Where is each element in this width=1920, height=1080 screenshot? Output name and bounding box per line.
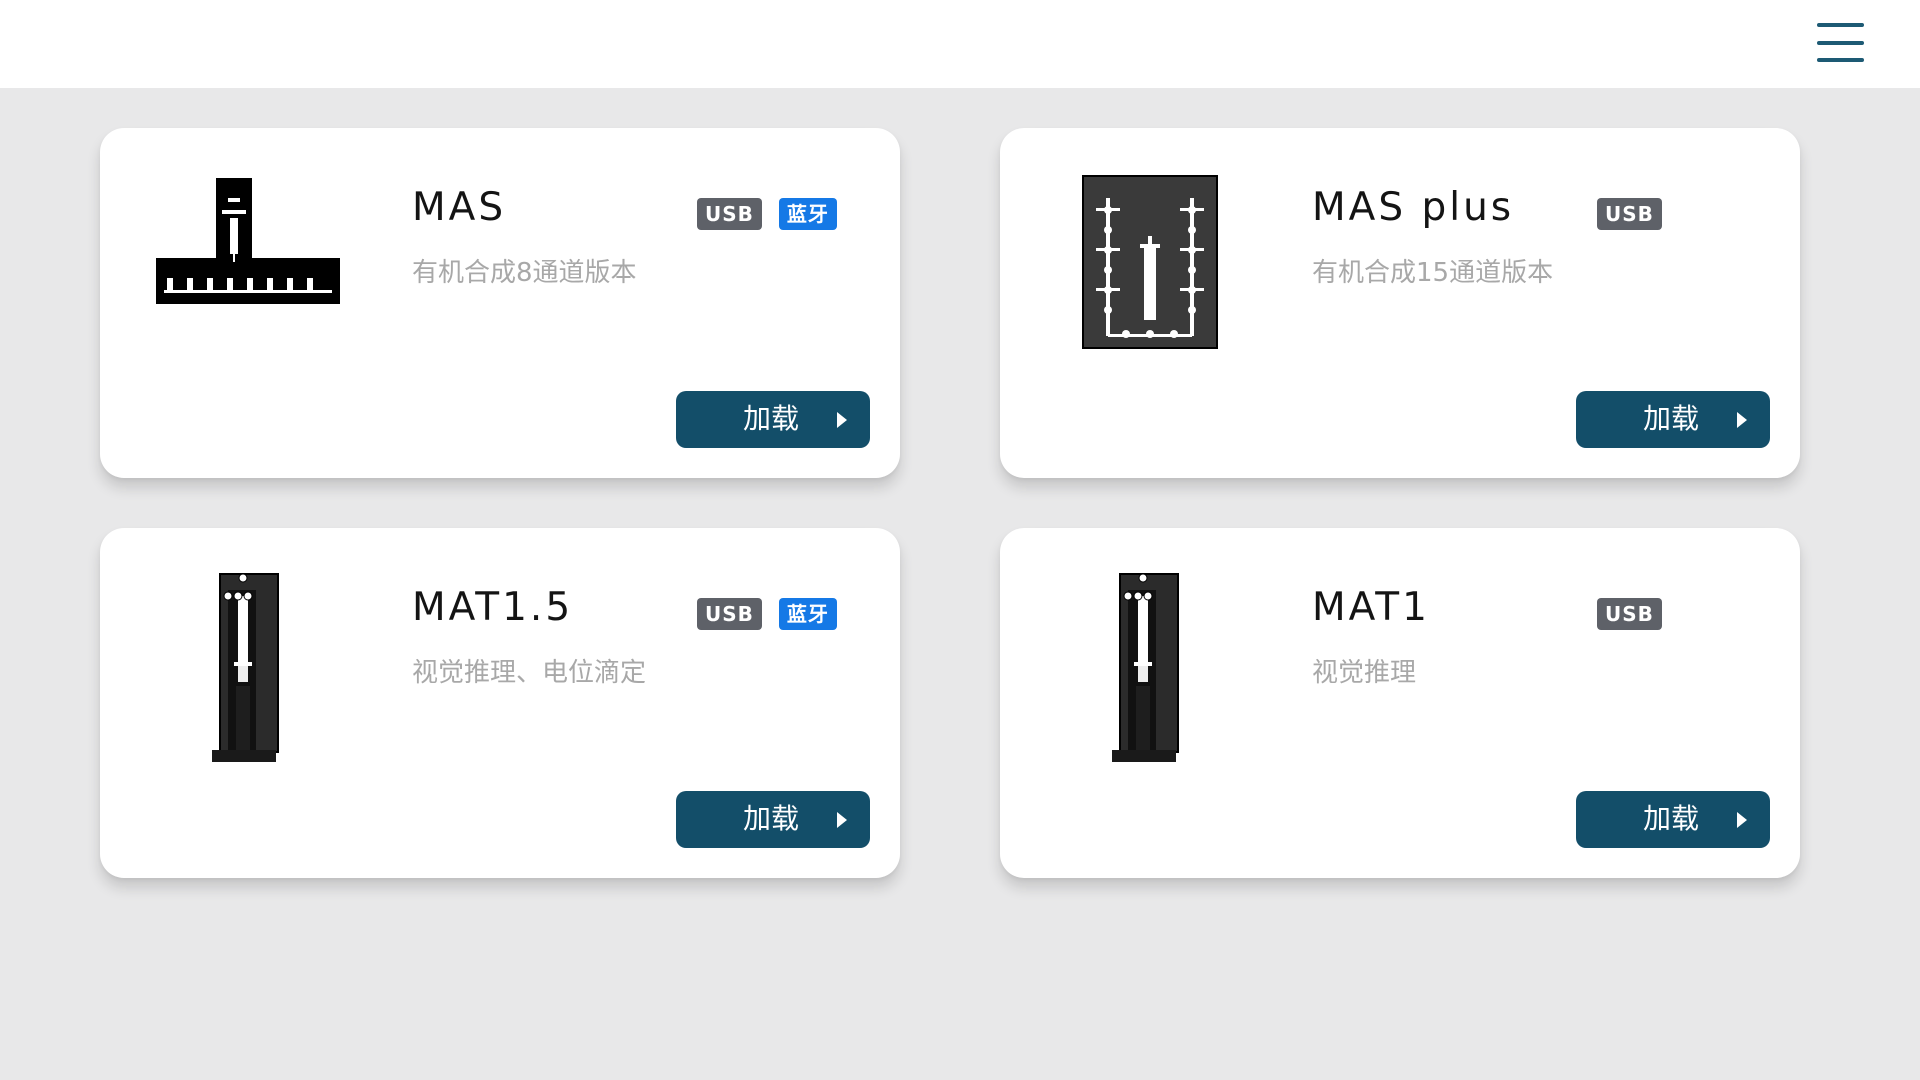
load-button[interactable]: 加载 xyxy=(676,791,870,848)
hamburger-menu-icon[interactable] xyxy=(1808,20,1864,68)
device-name: MAS xyxy=(412,185,507,230)
mat15-device-icon xyxy=(150,568,340,768)
connection-badges: USB 蓝牙 xyxy=(697,598,837,630)
load-button[interactable]: 加载 xyxy=(1576,791,1770,848)
device-description: 有机合成8通道版本 xyxy=(412,258,637,288)
device-description: 视觉推理、电位滴定 xyxy=(412,658,647,688)
menu-line-icon xyxy=(1817,58,1864,62)
device-description: 视觉推理 xyxy=(1312,658,1417,688)
usb-badge: USB xyxy=(1597,598,1662,630)
device-name: MAT1 xyxy=(1312,585,1430,630)
load-button-label: 加载 xyxy=(743,802,800,835)
mas-plus-device-icon xyxy=(1050,168,1240,368)
usb-badge: USB xyxy=(1597,198,1662,230)
mas-device-icon xyxy=(150,168,340,368)
connection-badges: USB 蓝牙 xyxy=(697,198,837,230)
connection-badges: USB xyxy=(1597,598,1662,630)
device-name: MAS plus xyxy=(1312,185,1515,230)
device-description: 有机合成15通道版本 xyxy=(1312,258,1554,288)
device-name: MAT1.5 xyxy=(412,585,574,630)
load-button-label: 加载 xyxy=(743,402,800,435)
mat1-device-icon xyxy=(1050,568,1240,768)
bluetooth-badge: 蓝牙 xyxy=(778,198,837,230)
caret-right-icon xyxy=(837,812,847,828)
usb-badge: USB xyxy=(697,598,762,630)
connection-badges: USB xyxy=(1597,198,1662,230)
usb-badge: USB xyxy=(697,198,762,230)
bluetooth-badge: 蓝牙 xyxy=(778,598,837,630)
load-button[interactable]: 加载 xyxy=(1576,391,1770,448)
menu-line-icon xyxy=(1817,41,1864,45)
device-card-mat15: MAT1.5 USB 蓝牙 视觉推理、电位滴定 加载 xyxy=(100,528,900,878)
load-button[interactable]: 加载 xyxy=(676,391,870,448)
device-card-mas-plus: MAS plus USB 有机合成15通道版本 加载 xyxy=(1000,128,1800,478)
caret-right-icon xyxy=(1737,412,1747,428)
load-button-label: 加载 xyxy=(1643,802,1700,835)
device-card-mas: MAS USB 蓝牙 有机合成8通道版本 加载 xyxy=(100,128,900,478)
load-button-label: 加载 xyxy=(1643,402,1700,435)
top-bar xyxy=(0,0,1920,88)
caret-right-icon xyxy=(837,412,847,428)
caret-right-icon xyxy=(1737,812,1747,828)
menu-line-icon xyxy=(1817,23,1864,27)
device-card-mat1: MAT1 USB 视觉推理 加载 xyxy=(1000,528,1800,878)
